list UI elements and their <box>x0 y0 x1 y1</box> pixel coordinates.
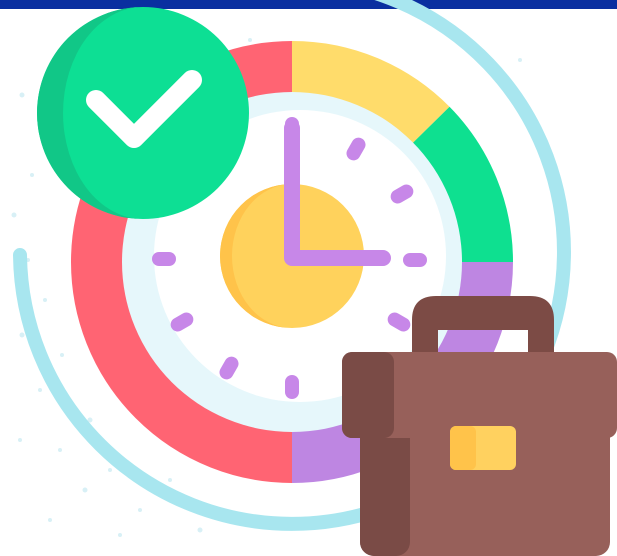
time-management-icon <box>11 0 617 556</box>
time-management-illustration <box>0 0 617 556</box>
checkmark-badge-icon <box>37 7 249 219</box>
briefcase-lid-shade <box>342 352 394 438</box>
briefcase-clasp-shade <box>450 426 476 470</box>
